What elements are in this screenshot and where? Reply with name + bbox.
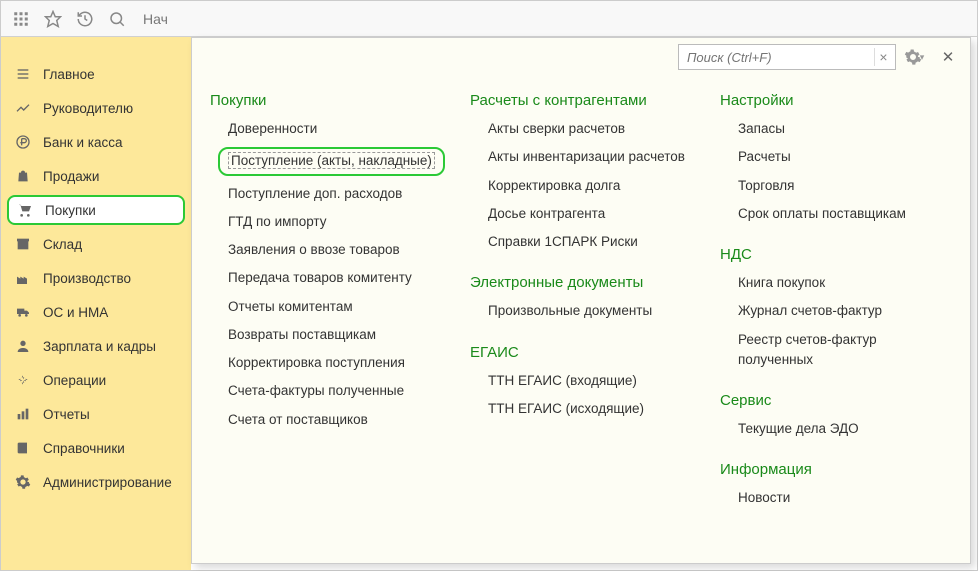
top-toolbar: Нач: [1, 1, 977, 37]
sidebar-item-label: Администрирование: [43, 475, 172, 490]
sidebar-item-2[interactable]: Банк и касса: [1, 125, 191, 159]
section-title[interactable]: НДС: [720, 246, 950, 263]
link-item[interactable]: Корректировка поступления: [228, 353, 450, 373]
link-item[interactable]: Заявления о ввозе товаров: [228, 240, 450, 260]
sidebar-item-label: Операции: [43, 373, 106, 388]
gear-icon: [13, 472, 33, 492]
sidebar-item-6[interactable]: Производство: [1, 261, 191, 295]
sidebar-item-label: Отчеты: [43, 407, 90, 422]
apps-icon[interactable]: [9, 7, 33, 31]
truck-icon: [13, 302, 33, 322]
sidebar-item-label: Справочники: [43, 441, 125, 456]
link-item[interactable]: Счета-фактуры полученные: [228, 381, 450, 401]
link-item[interactable]: Акты сверки расчетов: [488, 119, 700, 139]
bars-icon: [13, 404, 33, 424]
section-title[interactable]: ЕГАИС: [470, 344, 700, 361]
link-item[interactable]: Реестр счетов-фактур полученных: [738, 330, 950, 371]
box-icon: [13, 234, 33, 254]
sidebar-item-0[interactable]: Главное: [1, 57, 191, 91]
sidebar-item-11[interactable]: Справочники: [1, 431, 191, 465]
history-icon[interactable]: [73, 7, 97, 31]
sidebar-item-label: ОС и НМА: [43, 305, 108, 320]
link-item[interactable]: Передача товаров комитенту: [228, 268, 450, 288]
sidebar-item-label: Покупки: [45, 203, 96, 218]
person-icon: [13, 336, 33, 356]
column-middle: Расчеты с контрагентами Акты сверки расче…: [470, 86, 700, 517]
link-item[interactable]: Торговля: [738, 176, 950, 196]
bag-icon: [13, 166, 33, 186]
section-title[interactable]: Сервис: [720, 392, 950, 409]
gear-icon[interactable]: ▾: [902, 45, 926, 69]
sidebar-item-1[interactable]: Руководителю: [1, 91, 191, 125]
search-input[interactable]: [678, 44, 896, 70]
app-frame: Нач Главное Руководителю Банк и касса Прода…: [0, 0, 978, 571]
section-title[interactable]: Расчеты с контрагентами: [470, 92, 700, 109]
panel-toolbar: × ▾ ✕: [192, 38, 970, 76]
column-purchases: Покупки Доверенности Поступление (акты, н…: [210, 86, 450, 517]
link-item[interactable]: Срок оплаты поставщикам: [738, 204, 950, 224]
section-title-purchases[interactable]: Покупки: [210, 92, 450, 109]
link-item[interactable]: Счета от поставщиков: [228, 410, 450, 430]
link-item[interactable]: Корректировка долга: [488, 176, 700, 196]
link-item[interactable]: ГТД по импорту: [228, 212, 450, 232]
factory-icon: [13, 268, 33, 288]
link-item[interactable]: Запасы: [738, 119, 950, 139]
section-title[interactable]: Информация: [720, 461, 950, 478]
link-item[interactable]: Отчеты комитентам: [228, 297, 450, 317]
sidebar-item-10[interactable]: Отчеты: [1, 397, 191, 431]
link-item[interactable]: Книга покупок: [738, 273, 950, 293]
link-item[interactable]: Расчеты: [738, 147, 950, 167]
link-item[interactable]: ТТН ЕГАИС (входящие): [488, 371, 700, 391]
content-panel: × ▾ ✕ Покупки Доверенности Поступление (а…: [191, 37, 971, 564]
toolbar-tab-text[interactable]: Нач: [143, 11, 168, 27]
sidebar-item-12[interactable]: Администрирование: [1, 465, 191, 499]
sidebar-item-label: Руководителю: [43, 101, 133, 116]
link-item[interactable]: Журнал счетов-фактур: [738, 301, 950, 321]
close-icon[interactable]: ✕: [938, 47, 958, 67]
sidebar-item-label: Зарплата и кадры: [43, 339, 156, 354]
column-right: Настройки Запасы Расчеты Торговля Срок оплат…: [720, 86, 950, 517]
search-icon[interactable]: [105, 7, 129, 31]
sidebar-item-9[interactable]: Операции: [1, 363, 191, 397]
sidebar-item-5[interactable]: Склад: [1, 227, 191, 261]
section-title[interactable]: Настройки: [720, 92, 950, 109]
sidebar-item-7[interactable]: ОС и НМА: [1, 295, 191, 329]
link-item[interactable]: Досье контрагента: [488, 204, 700, 224]
sidebar-item-label: Производство: [43, 271, 131, 286]
sidebar-item-8[interactable]: Зарплата и кадры: [1, 329, 191, 363]
ruble-icon: [13, 132, 33, 152]
link-item[interactable]: Произвольные документы: [488, 301, 700, 321]
sidebar-item-3[interactable]: Продажи: [1, 159, 191, 193]
link-item[interactable]: Поступление (акты, накладные): [218, 147, 445, 175]
search-wrap: ×: [678, 44, 896, 70]
chart-icon: [13, 98, 33, 118]
link-item[interactable]: Доверенности: [228, 119, 450, 139]
book-icon: [13, 438, 33, 458]
section-title[interactable]: Электронные документы: [470, 274, 700, 291]
sidebar-item-label: Банк и касса: [43, 135, 123, 150]
main-area: Главное Руководителю Банк и касса Продажи По…: [1, 37, 977, 570]
link-item[interactable]: Справки 1СПАРК Риски: [488, 232, 700, 252]
panel-body: Покупки Доверенности Поступление (акты, н…: [192, 76, 970, 527]
link-item[interactable]: Акты инвентаризации расчетов: [488, 147, 700, 167]
sidebar-item-4[interactable]: Покупки: [7, 195, 185, 225]
link-item[interactable]: Новости: [738, 488, 950, 508]
sidebar-item-label: Главное: [43, 67, 95, 82]
link-item[interactable]: Возвраты поставщикам: [228, 325, 450, 345]
link-item[interactable]: Текущие дела ЭДО: [738, 419, 950, 439]
link-item[interactable]: Поступление доп. расходов: [228, 184, 450, 204]
sidebar-item-label: Продажи: [43, 169, 99, 184]
ops-icon: [13, 370, 33, 390]
sidebar-item-label: Склад: [43, 237, 82, 252]
star-icon[interactable]: [41, 7, 65, 31]
search-clear-icon[interactable]: ×: [874, 48, 892, 66]
sidebar: Главное Руководителю Банк и касса Продажи По…: [1, 37, 191, 570]
link-item[interactable]: ТТН ЕГАИС (исходящие): [488, 399, 700, 419]
cart-icon: [15, 200, 35, 220]
home-icon: [13, 64, 33, 84]
